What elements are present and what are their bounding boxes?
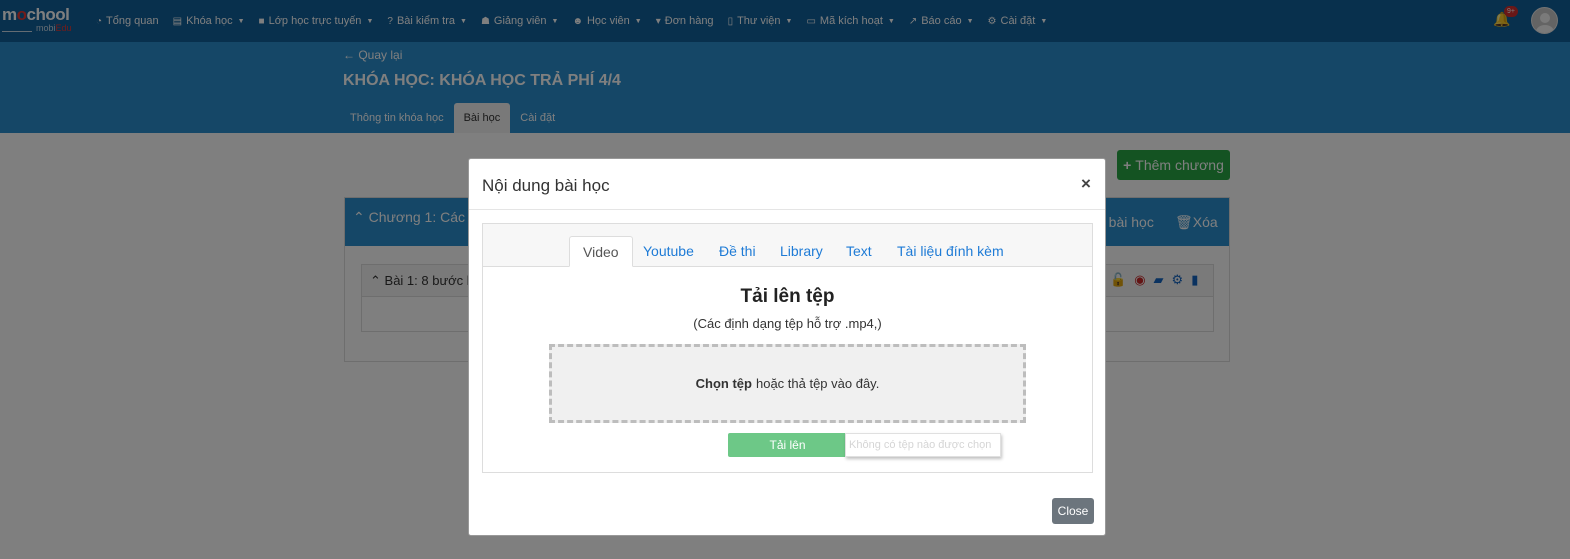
tab-content-4[interactable]: Text bbox=[833, 236, 885, 267]
tab-content-5[interactable]: Tài liệu đính kèm bbox=[884, 236, 1017, 267]
close-button[interactable]: Close bbox=[1052, 498, 1094, 524]
choose-file-link[interactable]: Chọn tệp bbox=[696, 376, 752, 391]
lesson-content-modal: Nội dung bài học × Video Youtube Đề thi Lib… bbox=[468, 158, 1106, 536]
tab-content-0[interactable]: Video bbox=[569, 236, 633, 267]
upload-button[interactable]: Tải lên bbox=[728, 433, 847, 457]
divider bbox=[469, 209, 1105, 210]
tab-content-3[interactable]: Library bbox=[767, 236, 836, 267]
file-status-tooltip: Không có tệp nào được chọn bbox=[845, 433, 1001, 457]
content-type-tabs: Video Youtube Đề thi Library Text Tài liệu đí… bbox=[483, 224, 1092, 267]
supported-formats: (Các định dạng tệp hỗ trợ .mp4,) bbox=[693, 316, 882, 331]
upload-title: Tải lên tệp bbox=[740, 286, 835, 307]
modal-title: Nội dung bài học bbox=[482, 176, 610, 195]
close-icon[interactable]: × bbox=[1081, 174, 1091, 194]
tab-content-1[interactable]: Youtube bbox=[630, 236, 707, 267]
content-panel: Video Youtube Đề thi Library Text Tài liệu đí… bbox=[482, 223, 1093, 473]
tab-content-2[interactable]: Đề thi bbox=[706, 236, 769, 267]
file-dropzone[interactable]: Chọn tệp hoặc thả tệp vào đây. bbox=[549, 344, 1026, 423]
